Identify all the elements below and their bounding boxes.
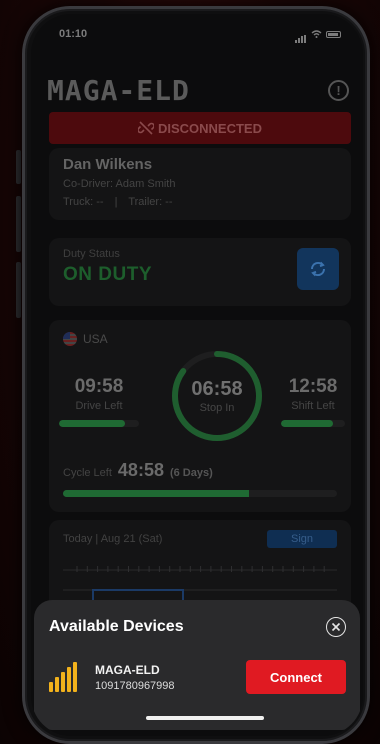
disconnected-banner[interactable]: DISCONNECTED [49, 112, 351, 144]
co-driver: Co-Driver: Adam Smith [63, 178, 176, 190]
close-icon [331, 622, 341, 632]
cycle-left-value: 48:58 [117, 460, 164, 480]
status-bar: 01:10 [59, 25, 341, 43]
phone-screen: 01:10 MAGA-ELD ! DISCONNECTED Dan Wilken… [31, 14, 363, 736]
status-icons [295, 25, 341, 43]
sheet-title: Available Devices [49, 618, 184, 635]
app-title: MAGA-ELD [47, 74, 190, 107]
cell-signal-icon [295, 25, 307, 43]
stop-in-label: Stop In [199, 402, 235, 414]
duty-status-value: ON DUTY [63, 264, 152, 285]
cycle-left-label: Cycle Left [63, 467, 112, 479]
connect-button[interactable]: Connect [246, 660, 346, 694]
shift-left-timer: 12:58 Shift Left [281, 376, 345, 427]
shift-left-fill [281, 420, 334, 427]
side-button [16, 262, 21, 318]
status-time: 01:10 [59, 28, 88, 40]
log-date: Today | Aug 21 (Sat) [63, 533, 163, 545]
connection-status-label: DISCONNECTED [157, 120, 262, 136]
device-id: 1091780967998 [95, 679, 175, 692]
signal-strength-icon [49, 662, 81, 692]
refresh-icon [310, 261, 326, 277]
device-list-item[interactable]: MAGA-ELD 1091780967998 Connect [49, 656, 346, 698]
shift-left-bar [281, 420, 345, 427]
drive-left-label: Drive Left [75, 400, 123, 412]
info-icon[interactable]: ! [328, 80, 349, 101]
cycle-left-fill [63, 490, 250, 497]
shift-left-label: Shift Left [291, 400, 335, 412]
driver-name: Dan Wilkens [63, 156, 153, 173]
cycle-left-row: Cycle Left 48:58 (6 Days) [63, 460, 213, 481]
log-header: Today | Aug 21 (Sat) Sign [63, 530, 337, 548]
cycle-left-days: (6 Days) [169, 467, 213, 479]
stop-in-timer: 06:58 Stop In [169, 348, 265, 444]
driver-card[interactable]: Dan Wilkens Co-Driver: Adam Smith Truck:… [49, 148, 351, 220]
home-indicator [146, 716, 264, 720]
equipment-row: Truck: -- | Trailer: -- [63, 196, 337, 208]
country-selector[interactable]: USA [63, 332, 108, 346]
truck-label: Truck: -- [63, 196, 104, 208]
drive-left-timer: 09:58 Drive Left [59, 376, 139, 427]
duty-status-label: Duty Status [63, 248, 120, 260]
sign-button[interactable]: Sign [267, 530, 337, 548]
us-flag-icon [63, 332, 77, 346]
wifi-icon [311, 30, 322, 38]
link-off-icon [137, 121, 154, 135]
drive-left-bar [59, 420, 139, 427]
battery-icon [326, 30, 341, 38]
trailer-label: Trailer: -- [128, 196, 173, 208]
sync-button[interactable] [297, 248, 339, 290]
close-button[interactable] [326, 617, 346, 637]
app-header: MAGA-ELD ! [47, 74, 349, 107]
available-devices-sheet: Available Devices MAGA-ELD 1091780967998… [34, 600, 360, 730]
hours-of-service-card: USA 09:58 Drive Left 06:58 Stop In 12:58… [49, 320, 351, 512]
cycle-left-bar [63, 490, 337, 497]
equipment-separator: | [114, 196, 118, 208]
drive-left-value: 09:58 [74, 376, 124, 397]
stop-in-value: 06:58 [191, 378, 243, 400]
drive-left-fill [59, 420, 125, 427]
duty-status-card[interactable]: Duty Status ON DUTY [49, 238, 351, 306]
country-label: USA [83, 332, 108, 346]
volume-up-button [16, 150, 21, 184]
shift-left-value: 12:58 [288, 376, 338, 397]
device-info: MAGA-ELD 1091780967998 [95, 663, 246, 692]
volume-down-button [16, 196, 21, 252]
device-name: MAGA-ELD [95, 662, 160, 677]
